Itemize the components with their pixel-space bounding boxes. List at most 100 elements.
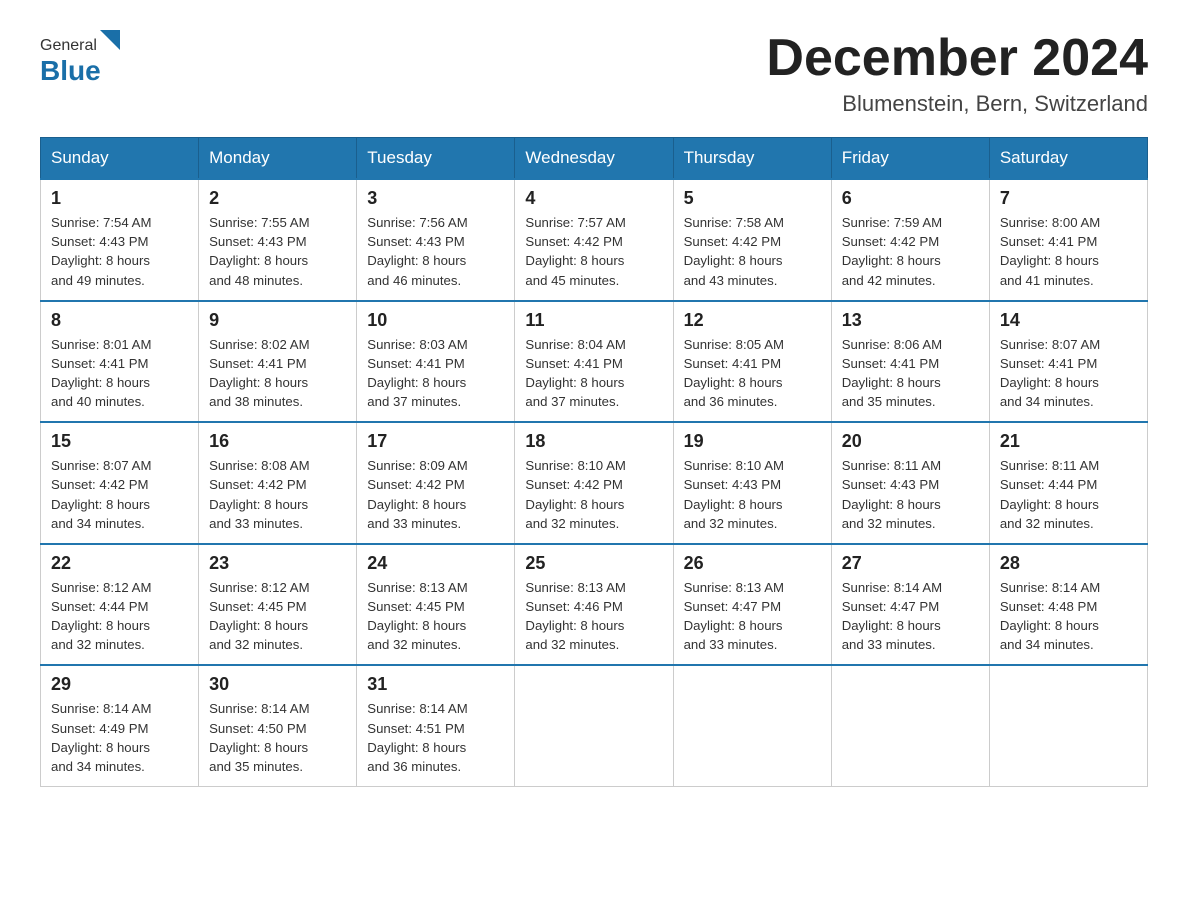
day-cell: 7 Sunrise: 8:00 AM Sunset: 4:41 PM Dayli… bbox=[989, 179, 1147, 301]
day-info: Sunrise: 8:13 AM Sunset: 4:46 PM Dayligh… bbox=[525, 578, 662, 655]
day-info: Sunrise: 8:08 AM Sunset: 4:42 PM Dayligh… bbox=[209, 456, 346, 533]
day-cell: 3 Sunrise: 7:56 AM Sunset: 4:43 PM Dayli… bbox=[357, 179, 515, 301]
month-title: December 2024 bbox=[766, 30, 1148, 87]
day-info: Sunrise: 8:13 AM Sunset: 4:47 PM Dayligh… bbox=[684, 578, 821, 655]
day-number: 26 bbox=[684, 553, 821, 574]
day-cell bbox=[673, 665, 831, 786]
day-info: Sunrise: 7:56 AM Sunset: 4:43 PM Dayligh… bbox=[367, 213, 504, 290]
header-friday: Friday bbox=[831, 138, 989, 180]
day-cell: 15 Sunrise: 8:07 AM Sunset: 4:42 PM Dayl… bbox=[41, 422, 199, 544]
day-cell: 10 Sunrise: 8:03 AM Sunset: 4:41 PM Dayl… bbox=[357, 301, 515, 423]
day-cell: 17 Sunrise: 8:09 AM Sunset: 4:42 PM Dayl… bbox=[357, 422, 515, 544]
day-number: 4 bbox=[525, 188, 662, 209]
day-cell: 8 Sunrise: 8:01 AM Sunset: 4:41 PM Dayli… bbox=[41, 301, 199, 423]
week-row-5: 29 Sunrise: 8:14 AM Sunset: 4:49 PM Dayl… bbox=[41, 665, 1148, 786]
day-cell: 24 Sunrise: 8:13 AM Sunset: 4:45 PM Dayl… bbox=[357, 544, 515, 666]
day-number: 30 bbox=[209, 674, 346, 695]
day-info: Sunrise: 7:55 AM Sunset: 4:43 PM Dayligh… bbox=[209, 213, 346, 290]
day-cell: 6 Sunrise: 7:59 AM Sunset: 4:42 PM Dayli… bbox=[831, 179, 989, 301]
day-number: 13 bbox=[842, 310, 979, 331]
day-cell: 13 Sunrise: 8:06 AM Sunset: 4:41 PM Dayl… bbox=[831, 301, 989, 423]
header-row: SundayMondayTuesdayWednesdayThursdayFrid… bbox=[41, 138, 1148, 180]
day-number: 9 bbox=[209, 310, 346, 331]
day-info: Sunrise: 7:57 AM Sunset: 4:42 PM Dayligh… bbox=[525, 213, 662, 290]
day-cell: 2 Sunrise: 7:55 AM Sunset: 4:43 PM Dayli… bbox=[199, 179, 357, 301]
day-number: 28 bbox=[1000, 553, 1137, 574]
header-monday: Monday bbox=[199, 138, 357, 180]
day-cell: 20 Sunrise: 8:11 AM Sunset: 4:43 PM Dayl… bbox=[831, 422, 989, 544]
day-number: 5 bbox=[684, 188, 821, 209]
day-cell: 23 Sunrise: 8:12 AM Sunset: 4:45 PM Dayl… bbox=[199, 544, 357, 666]
week-row-4: 22 Sunrise: 8:12 AM Sunset: 4:44 PM Dayl… bbox=[41, 544, 1148, 666]
day-info: Sunrise: 8:11 AM Sunset: 4:44 PM Dayligh… bbox=[1000, 456, 1137, 533]
calendar-header: SundayMondayTuesdayWednesdayThursdayFrid… bbox=[41, 138, 1148, 180]
calendar-table: SundayMondayTuesdayWednesdayThursdayFrid… bbox=[40, 137, 1148, 787]
day-info: Sunrise: 7:54 AM Sunset: 4:43 PM Dayligh… bbox=[51, 213, 188, 290]
day-number: 21 bbox=[1000, 431, 1137, 452]
header-thursday: Thursday bbox=[673, 138, 831, 180]
day-number: 17 bbox=[367, 431, 504, 452]
day-number: 3 bbox=[367, 188, 504, 209]
day-info: Sunrise: 7:59 AM Sunset: 4:42 PM Dayligh… bbox=[842, 213, 979, 290]
day-info: Sunrise: 8:07 AM Sunset: 4:41 PM Dayligh… bbox=[1000, 335, 1137, 412]
day-info: Sunrise: 8:01 AM Sunset: 4:41 PM Dayligh… bbox=[51, 335, 188, 412]
day-info: Sunrise: 8:14 AM Sunset: 4:51 PM Dayligh… bbox=[367, 699, 504, 776]
day-number: 27 bbox=[842, 553, 979, 574]
day-number: 14 bbox=[1000, 310, 1137, 331]
day-cell: 12 Sunrise: 8:05 AM Sunset: 4:41 PM Dayl… bbox=[673, 301, 831, 423]
week-row-3: 15 Sunrise: 8:07 AM Sunset: 4:42 PM Dayl… bbox=[41, 422, 1148, 544]
day-number: 18 bbox=[525, 431, 662, 452]
day-number: 31 bbox=[367, 674, 504, 695]
day-info: Sunrise: 8:04 AM Sunset: 4:41 PM Dayligh… bbox=[525, 335, 662, 412]
day-number: 24 bbox=[367, 553, 504, 574]
day-cell: 27 Sunrise: 8:14 AM Sunset: 4:47 PM Dayl… bbox=[831, 544, 989, 666]
day-number: 29 bbox=[51, 674, 188, 695]
day-cell: 5 Sunrise: 7:58 AM Sunset: 4:42 PM Dayli… bbox=[673, 179, 831, 301]
day-number: 22 bbox=[51, 553, 188, 574]
day-info: Sunrise: 8:10 AM Sunset: 4:43 PM Dayligh… bbox=[684, 456, 821, 533]
day-cell: 11 Sunrise: 8:04 AM Sunset: 4:41 PM Dayl… bbox=[515, 301, 673, 423]
title-block: December 2024 Blumenstein, Bern, Switzer… bbox=[766, 30, 1148, 117]
day-info: Sunrise: 8:06 AM Sunset: 4:41 PM Dayligh… bbox=[842, 335, 979, 412]
header-wednesday: Wednesday bbox=[515, 138, 673, 180]
day-cell: 9 Sunrise: 8:02 AM Sunset: 4:41 PM Dayli… bbox=[199, 301, 357, 423]
week-row-2: 8 Sunrise: 8:01 AM Sunset: 4:41 PM Dayli… bbox=[41, 301, 1148, 423]
day-info: Sunrise: 8:14 AM Sunset: 4:50 PM Dayligh… bbox=[209, 699, 346, 776]
day-cell: 22 Sunrise: 8:12 AM Sunset: 4:44 PM Dayl… bbox=[41, 544, 199, 666]
day-info: Sunrise: 8:10 AM Sunset: 4:42 PM Dayligh… bbox=[525, 456, 662, 533]
day-info: Sunrise: 8:05 AM Sunset: 4:41 PM Dayligh… bbox=[684, 335, 821, 412]
day-cell: 31 Sunrise: 8:14 AM Sunset: 4:51 PM Dayl… bbox=[357, 665, 515, 786]
day-info: Sunrise: 7:58 AM Sunset: 4:42 PM Dayligh… bbox=[684, 213, 821, 290]
day-number: 15 bbox=[51, 431, 188, 452]
day-info: Sunrise: 8:07 AM Sunset: 4:42 PM Dayligh… bbox=[51, 456, 188, 533]
day-number: 12 bbox=[684, 310, 821, 331]
day-cell bbox=[831, 665, 989, 786]
logo-general-text: General bbox=[40, 37, 97, 55]
logo-arrow-icon bbox=[100, 30, 120, 50]
day-number: 1 bbox=[51, 188, 188, 209]
day-info: Sunrise: 8:09 AM Sunset: 4:42 PM Dayligh… bbox=[367, 456, 504, 533]
header-saturday: Saturday bbox=[989, 138, 1147, 180]
day-number: 2 bbox=[209, 188, 346, 209]
day-cell: 16 Sunrise: 8:08 AM Sunset: 4:42 PM Dayl… bbox=[199, 422, 357, 544]
day-cell bbox=[989, 665, 1147, 786]
day-cell: 26 Sunrise: 8:13 AM Sunset: 4:47 PM Dayl… bbox=[673, 544, 831, 666]
calendar-body: 1 Sunrise: 7:54 AM Sunset: 4:43 PM Dayli… bbox=[41, 179, 1148, 786]
day-cell: 25 Sunrise: 8:13 AM Sunset: 4:46 PM Dayl… bbox=[515, 544, 673, 666]
logo: General Blue bbox=[40, 30, 120, 87]
day-number: 16 bbox=[209, 431, 346, 452]
day-number: 10 bbox=[367, 310, 504, 331]
day-info: Sunrise: 8:03 AM Sunset: 4:41 PM Dayligh… bbox=[367, 335, 504, 412]
day-info: Sunrise: 8:13 AM Sunset: 4:45 PM Dayligh… bbox=[367, 578, 504, 655]
day-info: Sunrise: 8:14 AM Sunset: 4:48 PM Dayligh… bbox=[1000, 578, 1137, 655]
day-number: 25 bbox=[525, 553, 662, 574]
day-cell: 14 Sunrise: 8:07 AM Sunset: 4:41 PM Dayl… bbox=[989, 301, 1147, 423]
day-cell: 4 Sunrise: 7:57 AM Sunset: 4:42 PM Dayli… bbox=[515, 179, 673, 301]
day-number: 19 bbox=[684, 431, 821, 452]
day-cell bbox=[515, 665, 673, 786]
day-info: Sunrise: 8:14 AM Sunset: 4:47 PM Dayligh… bbox=[842, 578, 979, 655]
day-number: 8 bbox=[51, 310, 188, 331]
day-number: 6 bbox=[842, 188, 979, 209]
day-info: Sunrise: 8:11 AM Sunset: 4:43 PM Dayligh… bbox=[842, 456, 979, 533]
day-cell: 1 Sunrise: 7:54 AM Sunset: 4:43 PM Dayli… bbox=[41, 179, 199, 301]
